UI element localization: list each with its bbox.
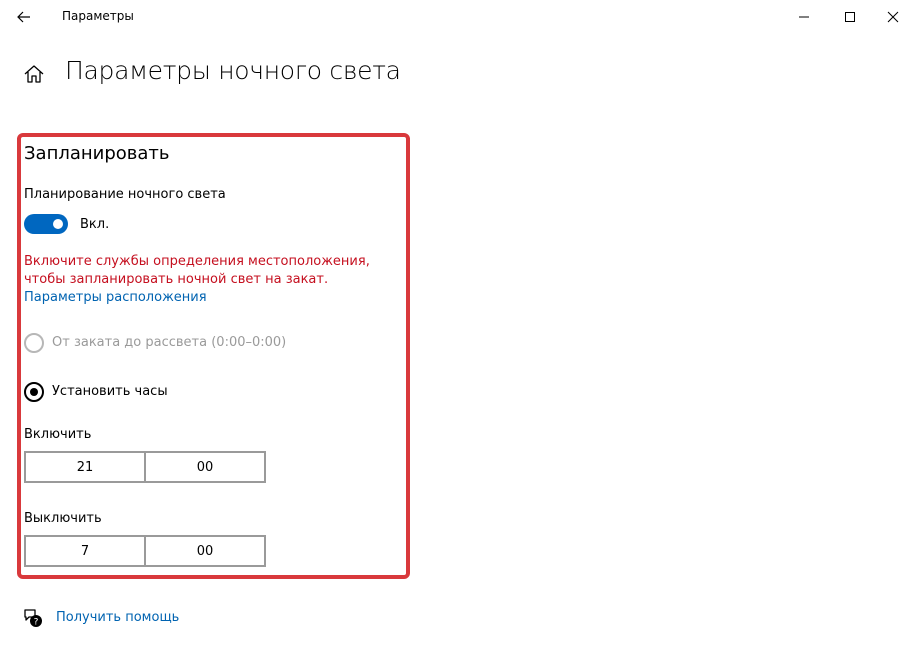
schedule-night-light-toggle[interactable] — [24, 214, 68, 234]
schedule-toggle-heading: Планирование ночного света — [24, 187, 226, 202]
app-title: Параметры — [62, 9, 134, 23]
turn-off-minute[interactable]: 00 — [144, 537, 264, 565]
turn-on-hour[interactable]: 21 — [26, 453, 144, 481]
radio-sunset-to-sunrise[interactable] — [24, 333, 44, 353]
close-icon — [887, 11, 899, 23]
turn-on-time-picker[interactable]: 21 00 — [24, 451, 266, 483]
toggle-state-label: Вкл. — [80, 217, 110, 232]
minimize-icon — [799, 16, 809, 18]
location-warning: Включите службы определения местоположен… — [24, 254, 370, 287]
section-title: Запланировать — [24, 143, 170, 164]
home-icon — [24, 65, 44, 83]
turn-off-time-picker[interactable]: 7 00 — [24, 535, 266, 567]
close-button[interactable] — [870, 0, 916, 34]
back-button[interactable] — [8, 3, 40, 31]
radio-sunset-label: От заката до рассвета (0:00–0:00) — [52, 335, 287, 350]
turn-off-hour[interactable]: 7 — [26, 537, 144, 565]
radio-set-hours[interactable] — [24, 382, 44, 402]
help-chat-icon: ? — [22, 607, 44, 629]
radio-selected-dot — [30, 388, 38, 396]
turn-on-minute[interactable]: 00 — [144, 453, 264, 481]
radio-set-hours-label: Установить часы — [52, 384, 168, 399]
minimize-button[interactable] — [781, 0, 827, 34]
turn-on-label: Включить — [24, 427, 92, 442]
maximize-button[interactable] — [827, 0, 873, 34]
toggle-knob — [53, 219, 63, 229]
home-button[interactable] — [22, 62, 46, 86]
maximize-icon — [845, 12, 855, 22]
get-help-link[interactable]: Получить помощь — [56, 610, 179, 625]
page-title: Параметры ночного света — [65, 56, 401, 85]
title-bar: Параметры — [0, 0, 919, 34]
location-settings-link[interactable]: Параметры расположения — [24, 290, 207, 305]
back-arrow-icon — [17, 11, 30, 23]
svg-text:?: ? — [34, 618, 39, 628]
turn-off-label: Выключить — [24, 511, 102, 526]
